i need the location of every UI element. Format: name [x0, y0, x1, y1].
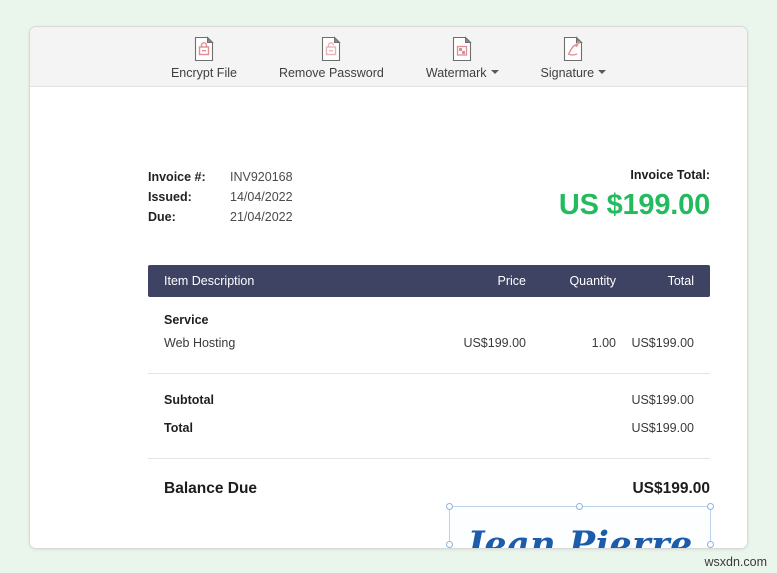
page-watermark: wsxdn.com	[704, 555, 767, 569]
column-header-total: Total	[667, 274, 694, 288]
watermark-document-icon	[450, 35, 474, 62]
toolbar-button-encrypt-file[interactable]: Encrypt File	[167, 34, 241, 82]
meta-value-invoice-number: INV920168	[230, 170, 293, 184]
invoice-total-label: Invoice Total:	[630, 168, 710, 182]
meta-key-issued: Issued:	[148, 190, 192, 204]
toolbar-label-watermark: Watermark	[426, 66, 499, 80]
toolbar-label-encrypt-file: Encrypt File	[170, 65, 237, 80]
signature-text: Jean Pierre	[467, 524, 693, 549]
meta-row-due: Due: 21/04/2022	[148, 207, 293, 227]
balance-due-label: Balance Due	[164, 480, 258, 497]
column-header-item-description: Item Description	[164, 274, 255, 288]
table-group-title-row: Service	[148, 297, 710, 327]
chevron-down-icon[interactable]	[598, 70, 607, 75]
balance-due-value: US$199.00	[632, 480, 710, 497]
meta-value-issued: 14/04/2022	[230, 190, 293, 204]
toolbar-label-watermark-text: Watermark	[425, 65, 487, 80]
meta-key-due: Due:	[148, 210, 176, 224]
cell-item-description: Web Hosting	[164, 336, 236, 350]
table-divider	[148, 373, 710, 374]
resize-handle-middle-left[interactable]	[446, 540, 453, 548]
table-summary-row-total: Total US$199.00	[148, 414, 710, 442]
toolbar-button-remove-password[interactable]: Remove Password	[275, 34, 388, 82]
signature-object[interactable]: Jean Pierre	[446, 503, 714, 549]
balance-due-row: Balance Due US$199.00	[148, 469, 710, 509]
toolbar-button-signature[interactable]: Signature	[537, 34, 611, 82]
meta-row-issued: Issued: 14/04/2022	[148, 187, 293, 207]
signature-pen-icon	[561, 35, 585, 62]
cell-item-quantity: 1.00	[591, 336, 616, 350]
summary-label-subtotal: Subtotal	[164, 393, 214, 407]
summary-value-total: US$199.00	[631, 421, 694, 435]
resize-handle-top-left[interactable]	[446, 503, 453, 510]
column-header-quantity: Quantity	[569, 274, 616, 288]
toolbar-label-signature: Signature	[541, 66, 607, 80]
invoice-total-amount: US $199.00	[558, 189, 710, 221]
invoice-meta-list: Invoice #: INV920168 Issued: 14/04/2022 …	[148, 167, 293, 227]
meta-value-due: 21/04/2022	[230, 210, 293, 224]
table-summary-row-subtotal: Subtotal US$199.00	[148, 386, 710, 414]
cell-item-price: US$199.00	[463, 336, 526, 350]
application-window: Encrypt File Remove Password Watermark S…	[29, 26, 748, 549]
summary-label-total: Total	[164, 421, 193, 435]
invoice-total-block: Invoice Total: US $199.00	[559, 167, 710, 222]
resize-handle-top-center[interactable]	[576, 503, 583, 510]
table-group-title: Service	[164, 313, 209, 327]
chevron-down-icon[interactable]	[490, 70, 499, 75]
lock-document-icon	[192, 35, 216, 62]
resize-handle-middle-right[interactable]	[707, 540, 714, 548]
document-canvas: Invoice #: INV920168 Issued: 14/04/2022 …	[30, 87, 747, 549]
table-divider	[148, 458, 710, 459]
toolbar-label-remove-password: Remove Password	[278, 65, 384, 80]
toolbar: Encrypt File Remove Password Watermark S…	[30, 27, 747, 87]
cell-item-total: US$199.00	[631, 336, 694, 350]
invoice-items-table: Item Description Price Quantity Total Se…	[148, 265, 710, 509]
meta-key-invoice-number: Invoice #:	[148, 170, 206, 184]
resize-handle-top-right[interactable]	[707, 503, 714, 510]
table-row: Web Hosting US$199.00 1.00 US$199.00	[148, 327, 710, 359]
column-header-price: Price	[497, 274, 526, 288]
table-header-row: Item Description Price Quantity Total	[148, 265, 710, 297]
unlock-document-icon	[319, 35, 343, 62]
meta-row-invoice-number: Invoice #: INV920168	[148, 167, 293, 187]
summary-value-subtotal: US$199.00	[631, 393, 694, 407]
toolbar-label-signature-text: Signature	[540, 65, 595, 80]
toolbar-button-watermark[interactable]: Watermark	[422, 34, 503, 82]
